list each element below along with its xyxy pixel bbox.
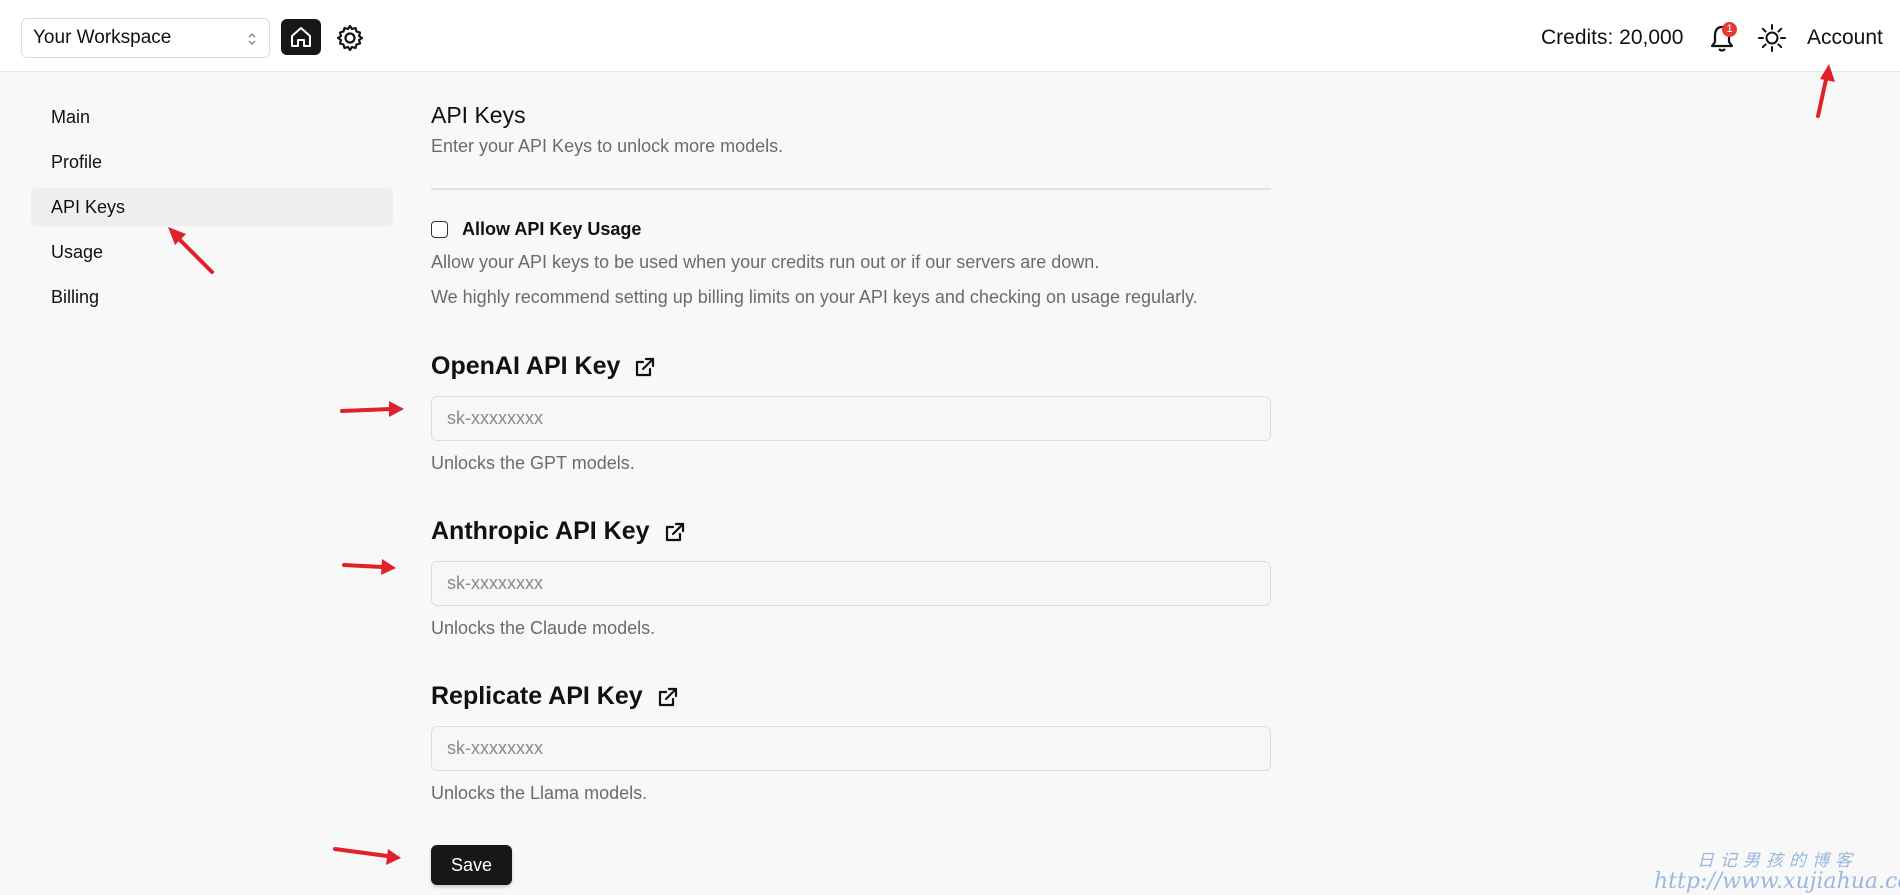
annotation-arrow	[168, 227, 214, 274]
watermark-url: http://www.xujiahua.com	[1654, 869, 1900, 894]
watermark-title: 日记男孩的博客	[1697, 851, 1858, 871]
annotation-arrow	[340, 401, 404, 417]
annotation-arrow	[1816, 64, 1835, 118]
annotation-arrow	[333, 847, 401, 865]
annotation-arrow	[342, 559, 396, 575]
annotation-arrows	[168, 64, 1835, 865]
